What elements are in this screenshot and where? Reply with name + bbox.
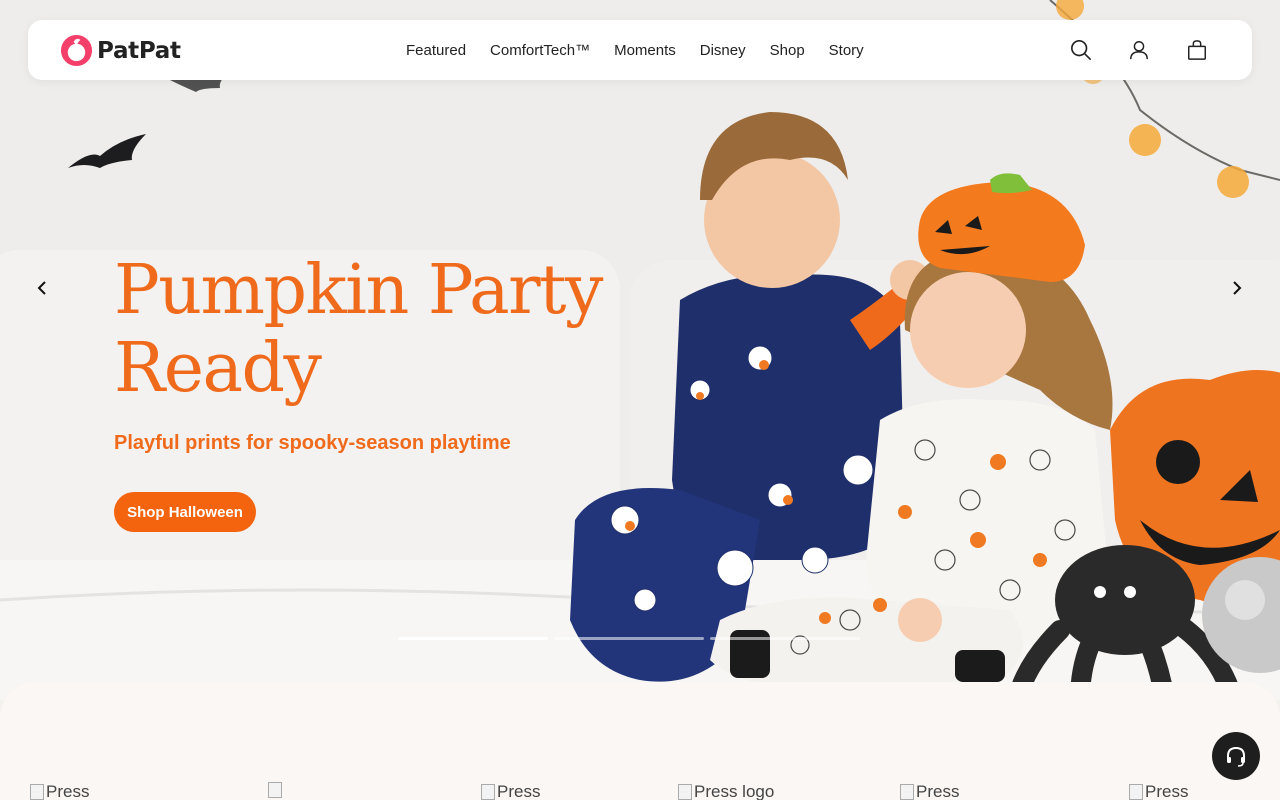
broken-image-icon	[30, 784, 44, 800]
broken-image-icon	[268, 782, 282, 798]
patpat-logo-icon	[60, 34, 93, 67]
nav-item-comforttech[interactable]: ComfortTech™	[490, 42, 590, 59]
patpat-logo[interactable]: PatPat	[60, 34, 181, 67]
carousel-dot[interactable]	[554, 637, 704, 640]
press-logo: Press	[481, 782, 540, 800]
broken-image-icon	[481, 784, 495, 800]
press-alt-text: Press logo	[694, 782, 775, 800]
press-logo: Press	[900, 782, 959, 800]
nav-item-featured[interactable]: Featured	[406, 42, 466, 59]
press-logo: Press logo	[678, 782, 774, 800]
carousel-prev-icon[interactable]	[32, 278, 52, 298]
hero-subtitle: Playful prints for spooky-season playtim…	[114, 432, 511, 454]
shop-halloween-button[interactable]: Shop Halloween	[114, 492, 256, 532]
press-logo: Press	[1129, 782, 1188, 800]
press-alt-text: Press	[1145, 782, 1189, 800]
customer-support-button[interactable]	[1212, 732, 1260, 780]
press-logo	[268, 782, 284, 798]
nav-item-story[interactable]: Story	[829, 42, 864, 59]
header-icons	[1070, 38, 1208, 62]
carousel-progress	[398, 637, 860, 640]
search-icon[interactable]	[1070, 38, 1092, 62]
hero-title: Pumpkin Party Ready	[114, 252, 674, 408]
bag-icon[interactable]	[1186, 38, 1208, 62]
hero-title-line-2: Ready	[114, 329, 322, 408]
press-section	[0, 682, 1280, 800]
press-logo: Press	[30, 782, 89, 800]
carousel-dot[interactable]	[710, 637, 860, 640]
account-icon[interactable]	[1128, 38, 1150, 62]
press-alt-text: Press	[46, 782, 90, 800]
logo-text: PatPat	[97, 37, 181, 64]
nav-item-disney[interactable]: Disney	[700, 42, 746, 59]
press-alt-text: Press	[497, 782, 541, 800]
carousel-next-icon[interactable]	[1227, 278, 1247, 298]
nav-item-shop[interactable]: Shop	[770, 42, 805, 59]
carousel-dot[interactable]	[398, 637, 548, 640]
broken-image-icon	[678, 784, 692, 800]
broken-image-icon	[1129, 784, 1143, 800]
main-nav: Featured ComfortTech™ Moments Disney Sho…	[406, 42, 888, 59]
headset-icon	[1227, 746, 1245, 767]
top-header: PatPat Featured ComfortTech™ Moments Dis…	[28, 20, 1252, 80]
hero-title-line-1: Pumpkin Party	[114, 251, 603, 330]
nav-item-moments[interactable]: Moments	[614, 42, 676, 59]
press-alt-text: Press	[916, 782, 960, 800]
broken-image-icon	[900, 784, 914, 800]
